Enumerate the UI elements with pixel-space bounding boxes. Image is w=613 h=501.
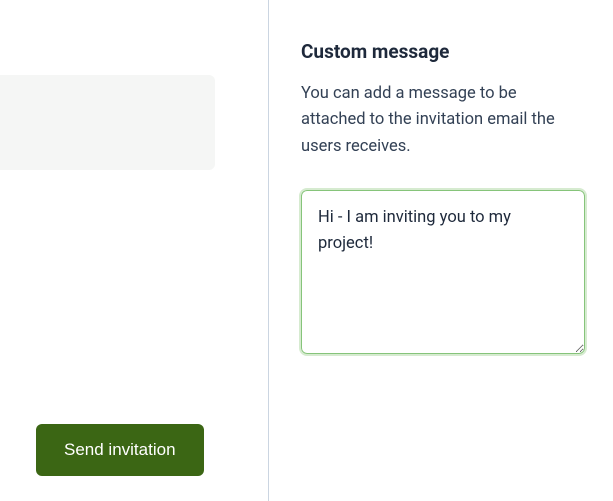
custom-message-textarea[interactable]	[301, 190, 585, 354]
left-column: Send invitation	[0, 0, 268, 501]
send-invitation-button[interactable]: Send invitation	[36, 424, 204, 476]
invite-panel: Send invitation Custom message You can a…	[0, 0, 613, 501]
left-placeholder-box	[0, 75, 215, 170]
custom-message-description: You can add a message to be attached to …	[301, 81, 585, 160]
right-column: Custom message You can add a message to …	[269, 0, 613, 501]
custom-message-title: Custom message	[301, 40, 585, 63]
